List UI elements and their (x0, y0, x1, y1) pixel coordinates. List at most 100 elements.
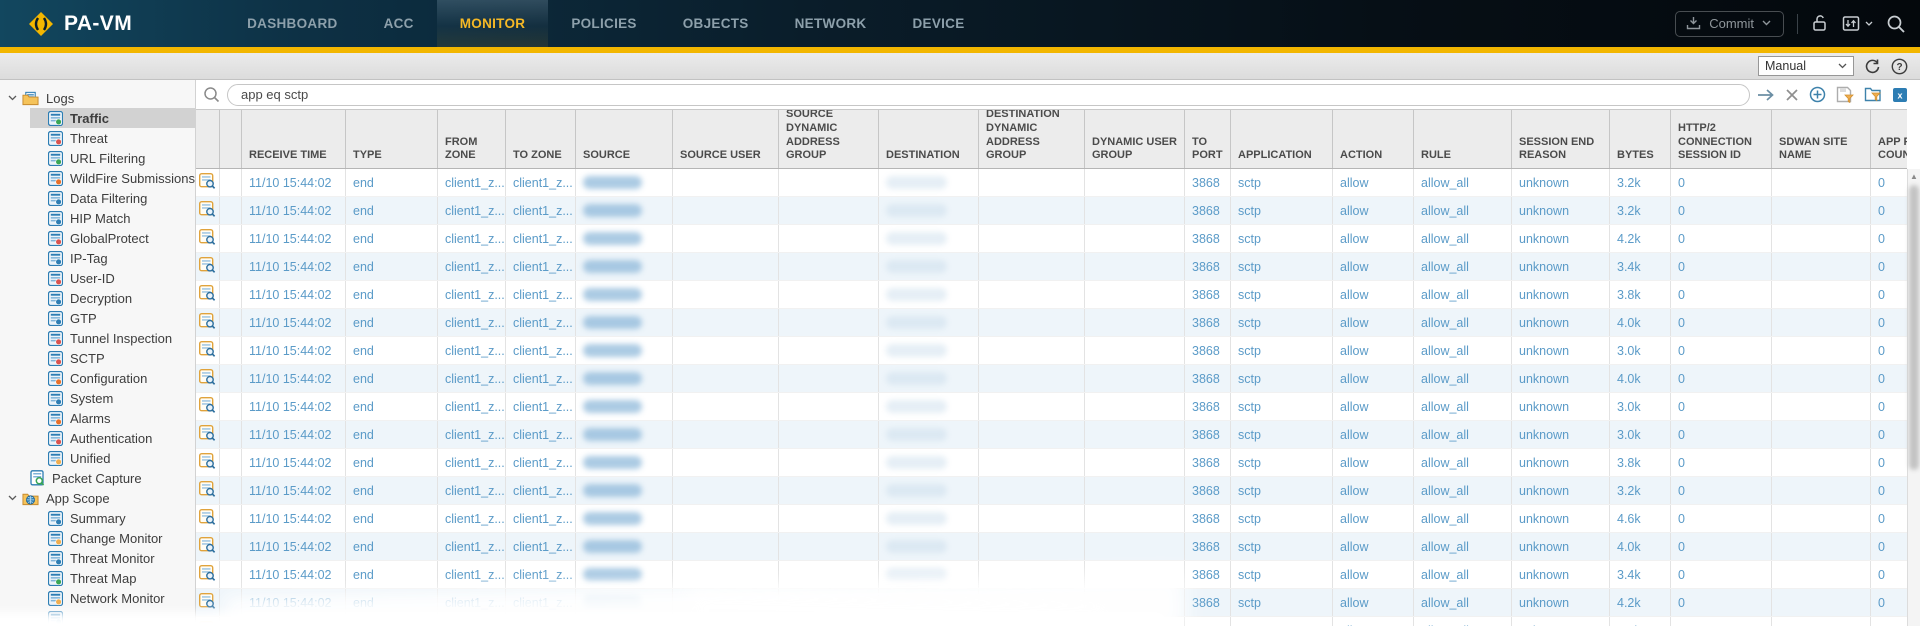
column-header-to_port[interactable]: TO PORT (1185, 110, 1231, 168)
cell-bytes[interactable]: 3.2k (1610, 197, 1671, 224)
cell-application[interactable]: sctp (1231, 561, 1333, 588)
cell-source_user[interactable] (673, 197, 779, 224)
cell-to_port[interactable]: 3868 (1185, 197, 1231, 224)
cell-source[interactable] (576, 309, 673, 336)
cell-bytes[interactable]: 4.0k (1610, 533, 1671, 560)
cell-detail[interactable] (196, 449, 220, 476)
cell-session_end_reason[interactable]: unknown (1512, 365, 1610, 392)
cell-session_end_reason[interactable]: unknown (1512, 505, 1610, 532)
cell-receive_time[interactable]: 11/10 15:44:02 (242, 393, 346, 420)
cell-receive_time[interactable]: 11/10 15:44:02 (242, 617, 346, 626)
cell-to_port[interactable]: 3868 (1185, 421, 1231, 448)
cell-source_user[interactable] (673, 309, 779, 336)
cell-session_end_reason[interactable]: unknown (1512, 337, 1610, 364)
cell-http2_connection_session_id[interactable]: 0 (1671, 589, 1772, 616)
cell-destination_dag[interactable] (979, 449, 1085, 476)
log-detail-icon[interactable] (198, 172, 216, 192)
cell-source_dag[interactable] (779, 169, 879, 196)
log-row[interactable]: 11/10 15:44:02endclient1_z...client1_z..… (196, 393, 1907, 421)
cell-to_port[interactable]: 3868 (1185, 449, 1231, 476)
sidebar-item-logs[interactable]: Logs (0, 88, 195, 108)
cell-source_user[interactable] (673, 589, 779, 616)
cell-from_zone[interactable]: client1_z... (438, 225, 506, 252)
cell-to_zone[interactable]: client1_z... (506, 309, 576, 336)
cell-destination_dag[interactable] (979, 169, 1085, 196)
cell-session_end_reason[interactable]: unknown (1512, 589, 1610, 616)
cell-detail[interactable] (196, 281, 220, 308)
cell-action[interactable]: allow (1333, 589, 1414, 616)
cell-sdwan_site_name[interactable] (1772, 253, 1871, 280)
cell-from_zone[interactable]: client1_z... (438, 197, 506, 224)
cell-session_end_reason[interactable]: unknown (1512, 253, 1610, 280)
cell-sdwan_site_name[interactable] (1772, 309, 1871, 336)
cell-receive_time[interactable]: 11/10 15:44:02 (242, 281, 346, 308)
cell-app_flap_count[interactable]: 0 (1871, 505, 1907, 532)
cell-app_flap_count[interactable]: 0 (1871, 561, 1907, 588)
cell-destination[interactable] (879, 365, 979, 392)
cell-rule[interactable]: allow_all (1414, 561, 1512, 588)
cell-detail[interactable] (196, 617, 220, 626)
sidebar-item-tunnel-inspection[interactable]: Tunnel Inspection (0, 328, 195, 348)
cell-dynamic_user_group[interactable] (1085, 421, 1185, 448)
sidebar-item-packet-capture[interactable]: Packet Capture (0, 468, 195, 488)
cell-application[interactable]: sctp (1231, 253, 1333, 280)
cell-source_dag[interactable] (779, 589, 879, 616)
export-csv-icon[interactable]: x (1892, 87, 1908, 103)
cell-rule[interactable]: allow_all (1414, 449, 1512, 476)
cell-action[interactable]: allow (1333, 169, 1414, 196)
cell-detail[interactable] (196, 505, 220, 532)
cell-from_zone[interactable]: client1_z... (438, 253, 506, 280)
cell-receive_time[interactable]: 11/10 15:44:02 (242, 169, 346, 196)
column-header-source_dag[interactable]: SOURCE DYNAMIC ADDRESS GROUP (779, 110, 879, 168)
sidebar-item-traffic-map-icon[interactable] (0, 608, 195, 626)
cell-destination_dag[interactable] (979, 309, 1085, 336)
cell-dynamic_user_group[interactable] (1085, 225, 1185, 252)
cell-from_zone[interactable]: client1_z... (438, 561, 506, 588)
cell-destination[interactable] (879, 225, 979, 252)
log-detail-icon[interactable] (198, 368, 216, 388)
cell-rule[interactable]: allow_all (1414, 337, 1512, 364)
cell-application[interactable]: sctp (1231, 365, 1333, 392)
column-header-app_flap_count[interactable]: APP FLA COUNT (1871, 110, 1907, 168)
cell-sdwan_site_name[interactable] (1772, 505, 1871, 532)
cell-to_port[interactable]: 3868 (1185, 225, 1231, 252)
sidebar-item-gtp[interactable]: GTP (0, 308, 195, 328)
cell-dynamic_user_group[interactable] (1085, 309, 1185, 336)
cell-to_port[interactable]: 3868 (1185, 169, 1231, 196)
cell-receive_time[interactable]: 11/10 15:44:02 (242, 365, 346, 392)
cell-source_dag[interactable] (779, 421, 879, 448)
cell-type[interactable]: end (346, 253, 438, 280)
cell-from_zone[interactable]: client1_z... (438, 477, 506, 504)
cell-to_zone[interactable]: client1_z... (506, 589, 576, 616)
sidebar-item-alarms[interactable]: Alarms (0, 408, 195, 428)
log-detail-icon[interactable] (198, 228, 216, 248)
cell-sdwan_site_name[interactable] (1772, 197, 1871, 224)
column-header-type[interactable]: TYPE (346, 110, 438, 168)
cell-to_zone[interactable]: client1_z... (506, 225, 576, 252)
cell-to_port[interactable]: 3868 (1185, 253, 1231, 280)
cell-receive_time[interactable]: 11/10 15:44:02 (242, 449, 346, 476)
cell-to_zone[interactable]: client1_z... (506, 421, 576, 448)
cell-source_dag[interactable] (779, 505, 879, 532)
log-row[interactable]: 11/10 15:44:02endclient1_z...client1_z..… (196, 309, 1907, 337)
cell-app_flap_count[interactable]: 0 (1871, 421, 1907, 448)
add-filter-icon[interactable] (1809, 86, 1826, 103)
cell-source_user[interactable] (673, 365, 779, 392)
cell-action[interactable]: allow (1333, 505, 1414, 532)
cell-source[interactable] (576, 533, 673, 560)
expander-chevron-icon[interactable] (8, 495, 22, 501)
cell-action[interactable]: allow (1333, 309, 1414, 336)
cell-type[interactable]: end (346, 309, 438, 336)
cell-app_flap_count[interactable]: 0 (1871, 617, 1907, 626)
cell-http2_connection_session_id[interactable]: 0 (1671, 421, 1772, 448)
cell-application[interactable]: sctp (1231, 617, 1333, 626)
sidebar-item-configuration[interactable]: Configuration (0, 368, 195, 388)
cell-to_zone[interactable]: client1_z... (506, 337, 576, 364)
cell-source_user[interactable] (673, 533, 779, 560)
cell-application[interactable]: sctp (1231, 505, 1333, 532)
cell-action[interactable]: allow (1333, 281, 1414, 308)
cell-type[interactable]: end (346, 365, 438, 392)
cell-http2_connection_session_id[interactable]: 0 (1671, 225, 1772, 252)
cell-type[interactable]: end (346, 617, 438, 626)
expander-chevron-icon[interactable] (8, 95, 22, 101)
